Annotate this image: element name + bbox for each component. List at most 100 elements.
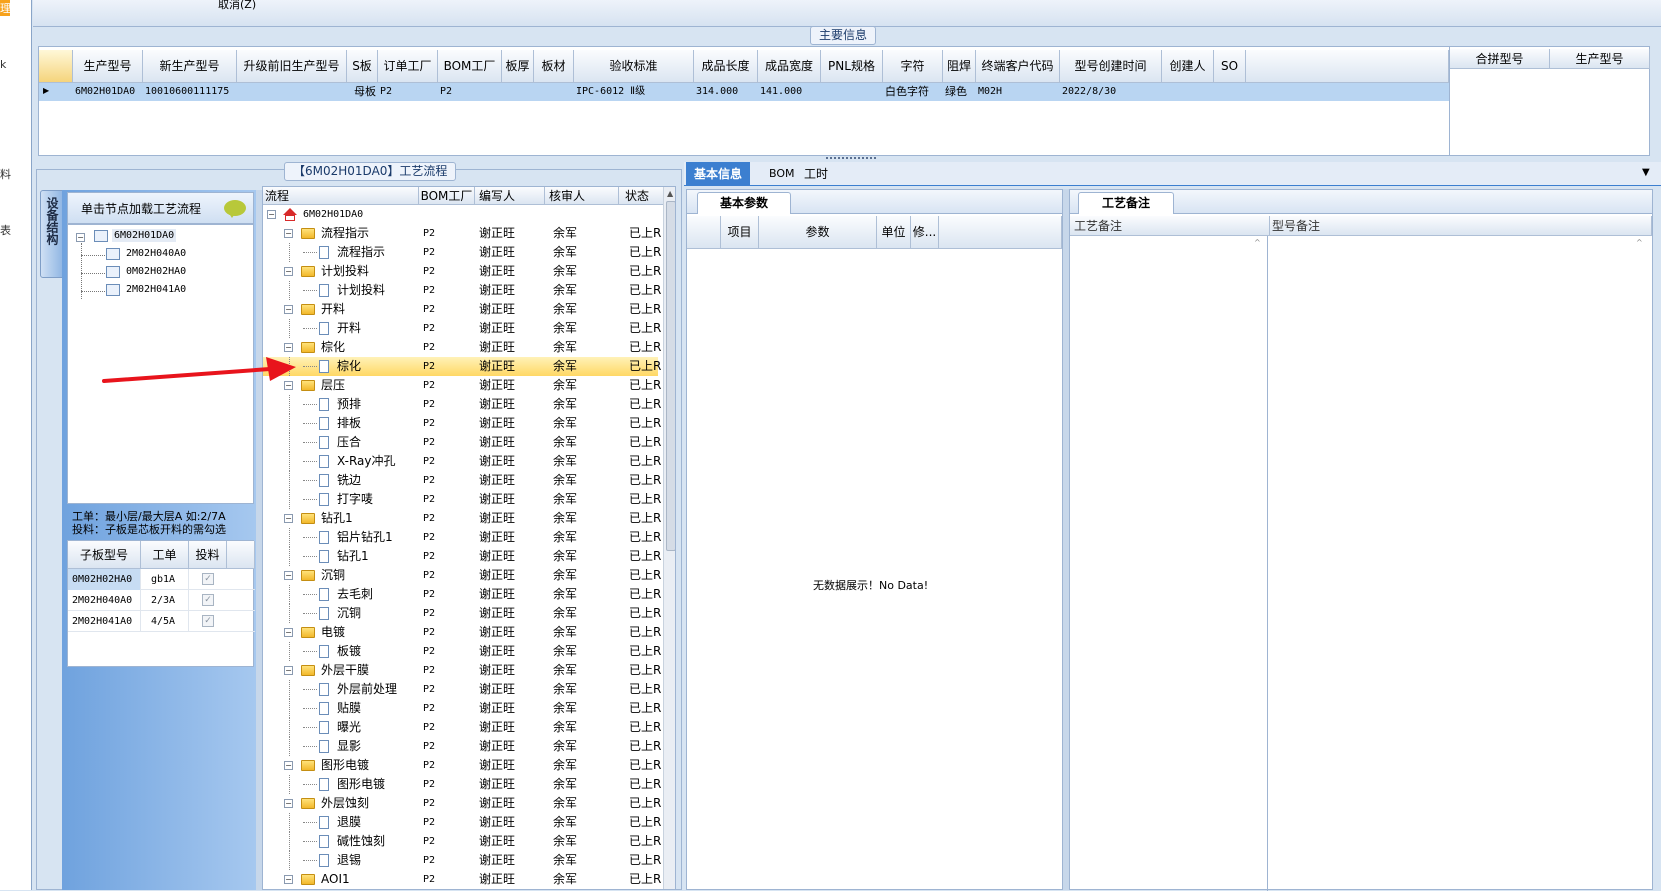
process-row[interactable]: 棕化 P2 谢正旺 余军 已上R xyxy=(263,357,661,376)
work-order-cell[interactable]: 2/3A xyxy=(141,590,189,611)
table-row[interactable]: 0M02H02HA0 gb1A ✓ xyxy=(68,569,255,590)
feed-checkbox[interactable]: ✓ xyxy=(202,615,214,627)
process-row[interactable]: 碱性蚀刻 P2 谢正旺 余军 已上R xyxy=(263,832,661,851)
col-merge-model[interactable]: 合拼型号 xyxy=(1450,49,1550,69)
process-row[interactable]: X-Ray冲孔 P2 谢正旺 余军 已上R xyxy=(263,452,661,471)
process-row[interactable]: − 钻孔1 P2 谢正旺 余军 已上R xyxy=(263,509,661,528)
main-col-header[interactable]: 成品长度 xyxy=(694,50,758,83)
grid-corner[interactable] xyxy=(39,50,73,83)
main-col-header[interactable]: 成品宽度 xyxy=(758,50,821,83)
main-col-header[interactable]: 订单工厂 xyxy=(378,50,438,83)
main-cell[interactable] xyxy=(823,85,883,101)
col-production-model[interactable]: 生产型号 xyxy=(1550,49,1650,69)
scroll-up-icon[interactable]: ^ xyxy=(1254,238,1261,247)
main-cell[interactable]: P2 xyxy=(440,85,502,101)
tab-craft-notes[interactable]: 工艺备注 xyxy=(1078,192,1174,214)
grid-corner[interactable] xyxy=(687,216,721,249)
main-cell[interactable] xyxy=(1164,85,1214,101)
col-reviewer[interactable]: 核审人 xyxy=(545,187,619,205)
process-row[interactable]: 退膜 P2 谢正旺 余军 已上R xyxy=(263,813,661,832)
tree-child-node[interactable]: 2M02H040A0 xyxy=(126,248,186,259)
collapse-icon[interactable]: − xyxy=(284,571,293,580)
scroll-thumb[interactable] xyxy=(666,201,675,551)
collapse-icon[interactable]: − xyxy=(284,761,293,770)
main-col-header[interactable]: BOM工厂 xyxy=(438,50,502,83)
process-row[interactable]: 板镀 P2 谢正旺 余军 已上R xyxy=(263,642,661,661)
nav-char-1[interactable]: 理 xyxy=(0,0,11,16)
collapse-icon[interactable]: − xyxy=(284,628,293,637)
process-row[interactable]: − 电镀 P2 谢正旺 余军 已上R xyxy=(263,623,661,642)
process-row[interactable]: 贴膜 P2 谢正旺 余军 已上R xyxy=(263,699,661,718)
tab-menu-icon[interactable]: ▼ xyxy=(1642,167,1650,178)
main-col-header[interactable]: S板 xyxy=(347,50,378,83)
table-row[interactable]: 2M02H040A0 2/3A ✓ xyxy=(68,590,255,611)
process-row[interactable]: 外层前处理 P2 谢正旺 余军 已上R xyxy=(263,680,661,699)
col-bom-factory[interactable]: BOM工厂 xyxy=(419,187,475,205)
process-row[interactable]: 流程指示 P2 谢正旺 余军 已上R xyxy=(263,243,661,262)
model-note-textarea[interactable]: ^ xyxy=(1270,236,1652,891)
process-scrollbar[interactable]: ▲ xyxy=(663,187,675,889)
scroll-up-icon[interactable]: ^ xyxy=(1636,238,1643,247)
process-row[interactable]: − 外层干膜 P2 谢正旺 余军 已上R xyxy=(263,661,661,680)
main-col-header[interactable]: 阻焊 xyxy=(943,50,976,83)
process-row[interactable]: 退锡 P2 谢正旺 余军 已上R xyxy=(263,851,661,870)
nav-char-4[interactable]: 表 xyxy=(0,222,11,238)
col-work-order[interactable]: 工单 xyxy=(141,541,189,569)
main-cell[interactable]: P2 xyxy=(380,85,438,101)
main-col-header[interactable]: 生产型号 xyxy=(73,50,143,83)
col-modify[interactable]: 修... xyxy=(911,216,939,249)
work-order-cell[interactable]: gb1A xyxy=(141,569,189,590)
process-row[interactable]: 钻孔1 P2 谢正旺 余军 已上R xyxy=(263,547,661,566)
process-row[interactable]: 沉铜 P2 谢正旺 余军 已上R xyxy=(263,604,661,623)
process-root-row[interactable]: − 6M02H01DA0 xyxy=(263,205,663,224)
sub-board-model[interactable]: 0M02H02HA0 xyxy=(68,569,141,590)
col-sub-board-model[interactable]: 子板型号 xyxy=(68,541,141,569)
sub-board-model[interactable]: 2M02H041A0 xyxy=(68,611,141,632)
col-unit[interactable]: 单位 xyxy=(877,216,911,249)
tab-basic-info[interactable]: 基本信息 xyxy=(686,162,751,186)
process-row[interactable]: 图形电镀 P2 谢正旺 余军 已上R xyxy=(263,775,661,794)
main-cell[interactable] xyxy=(1216,85,1246,101)
main-col-header[interactable]: 创建人 xyxy=(1162,50,1214,83)
col-feed[interactable]: 投料 xyxy=(189,541,227,569)
main-cell[interactable] xyxy=(239,85,347,101)
collapse-icon[interactable]: − xyxy=(284,343,293,352)
main-col-header[interactable]: 新生产型号 xyxy=(143,50,237,83)
process-row[interactable]: 打字唛 P2 谢正旺 余军 已上R xyxy=(263,490,661,509)
collapse-icon[interactable]: − xyxy=(284,305,293,314)
collapse-icon[interactable]: − xyxy=(284,666,293,675)
process-row[interactable]: 显影 P2 谢正旺 余军 已上R xyxy=(263,737,661,756)
main-cell[interactable]: 白色字符 xyxy=(885,85,943,101)
process-row[interactable]: 曝光 P2 谢正旺 余军 已上R xyxy=(263,718,661,737)
main-col-header[interactable]: 升级前旧生产型号 xyxy=(237,50,347,83)
main-col-header[interactable]: PNL规格 xyxy=(821,50,883,83)
process-row[interactable]: − 开料 P2 谢正旺 余军 已上R xyxy=(263,300,661,319)
collapse-icon[interactable]: − xyxy=(76,233,85,242)
process-row[interactable]: − AOI1 P2 谢正旺 余军 已上R xyxy=(263,870,661,889)
nav-char-3[interactable]: 料 xyxy=(0,166,11,182)
main-col-header[interactable]: 终端客户代码 xyxy=(976,50,1060,83)
work-order-cell[interactable]: 4/5A xyxy=(141,611,189,632)
col-process[interactable]: 流程 xyxy=(263,187,419,205)
main-cell[interactable]: IPC-6012 Ⅱ级 xyxy=(576,85,694,101)
table-row[interactable]: ▶ 6M02H01DA0 10010600111175 母板 P2 P2 IPC-6012… xyxy=(39,83,1449,101)
main-cell[interactable]: 6M02H01DA0 xyxy=(75,85,143,101)
process-row[interactable]: 计划投料 P2 谢正旺 余军 已上R xyxy=(263,281,661,300)
nav-char-2[interactable]: k xyxy=(0,58,6,71)
process-row[interactable]: 铝片钻孔1 P2 谢正旺 余军 已上R xyxy=(263,528,661,547)
collapse-icon[interactable]: − xyxy=(284,514,293,523)
process-row[interactable]: 排板 P2 谢正旺 余军 已上R xyxy=(263,414,661,433)
tab-work-hours[interactable]: 工时 xyxy=(796,162,836,186)
process-row[interactable]: − 流程指示 P2 谢正旺 余军 已上R xyxy=(263,224,661,243)
main-col-header[interactable]: 验收标准 xyxy=(574,50,694,83)
col-craft-note[interactable]: 工艺备注 xyxy=(1070,216,1270,236)
process-row[interactable]: 开料 P2 谢正旺 余军 已上R xyxy=(263,319,661,338)
col-item[interactable]: 项目 xyxy=(721,216,759,249)
main-cell[interactable]: 314.000 xyxy=(696,85,758,101)
collapse-icon[interactable]: − xyxy=(284,799,293,808)
main-cell[interactable]: 绿色 xyxy=(945,85,976,101)
process-row[interactable]: − 沉铜 P2 谢正旺 余军 已上R xyxy=(263,566,661,585)
main-cell[interactable] xyxy=(504,85,534,101)
col-writer[interactable]: 编写人 xyxy=(475,187,545,205)
feed-checkbox[interactable]: ✓ xyxy=(202,573,214,585)
